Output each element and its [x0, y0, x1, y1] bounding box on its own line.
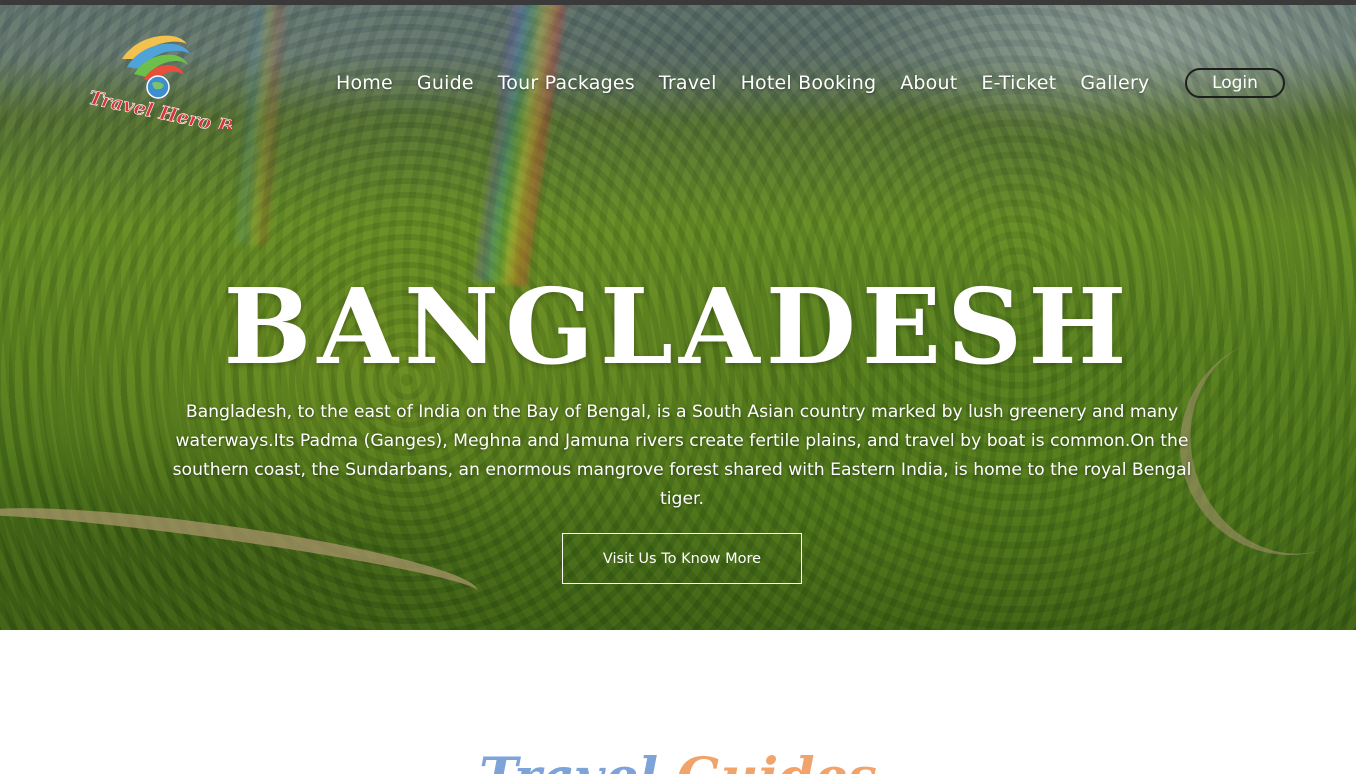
travel-guides-heading: Travel Guides [0, 748, 1356, 774]
nav-item-travel[interactable]: Travel [659, 72, 717, 94]
nav-item-about[interactable]: About [900, 72, 957, 94]
hero-description: Bangladesh, to the east of India on the … [172, 402, 1192, 509]
globe-swoosh-logo-icon: Travel Hero BD [86, 35, 252, 143]
nav-item-tour-packages[interactable]: Tour Packages [498, 72, 635, 94]
nav-item-guide[interactable]: Guide [417, 72, 474, 94]
site-logo-link[interactable]: Travel Hero BD [82, 29, 252, 143]
nav-item-gallery[interactable]: Gallery [1080, 72, 1149, 94]
login-button[interactable]: Login [1185, 68, 1285, 98]
main-nav: Home Guide Tour Packages Travel Hotel Bo… [336, 69, 1173, 97]
heading-word-guides: Guides [676, 747, 877, 774]
visit-us-button[interactable]: Visit Us To Know More [562, 533, 802, 584]
hero-title: BANGLADESH [223, 265, 1133, 388]
nav-item-hotel-booking[interactable]: Hotel Booking [741, 72, 877, 94]
hero-banner: Travel Hero BD Home Guide Tour Packages … [0, 5, 1356, 630]
heading-word-travel: Travel [479, 747, 658, 774]
nav-item-home[interactable]: Home [336, 72, 393, 94]
nav-item-e-ticket[interactable]: E-Ticket [981, 72, 1056, 94]
